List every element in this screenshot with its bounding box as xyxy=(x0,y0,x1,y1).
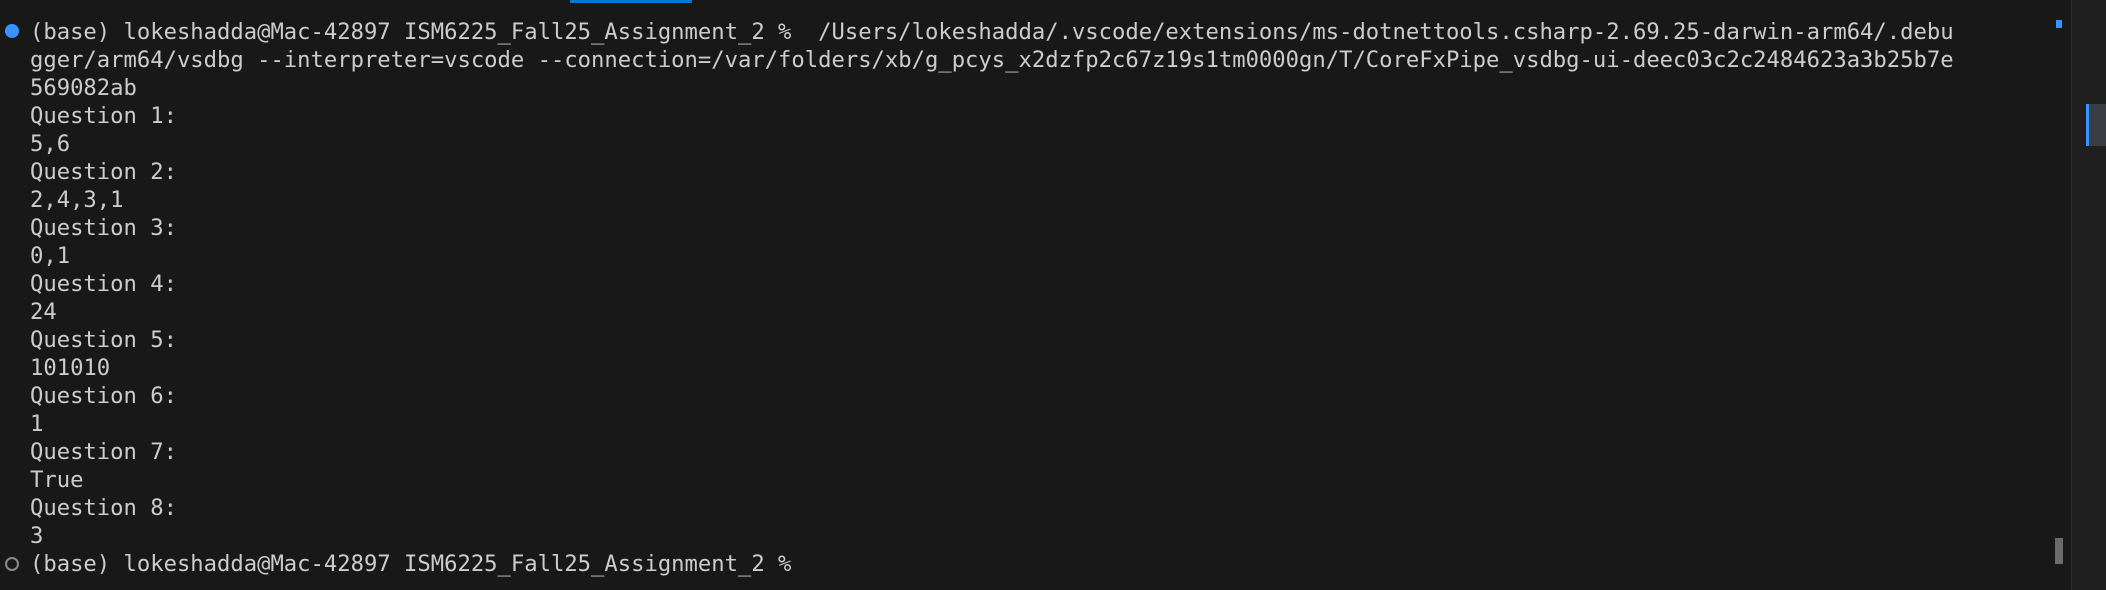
terminal-output-line: Question 3: xyxy=(30,215,177,241)
terminal-panel[interactable]: (base) lokeshadda@Mac-42897 ISM6225_Fall… xyxy=(0,0,2106,590)
terminal-output-line: Question 5: xyxy=(30,327,177,353)
terminal-output-line: 101010 xyxy=(30,355,111,381)
terminal-tab-active[interactable] xyxy=(2086,104,2106,146)
terminal-output-line: 2,4,3,1 xyxy=(30,187,124,213)
terminal-output[interactable]: (base) lokeshadda@Mac-42897 ISM6225_Fall… xyxy=(30,18,2050,578)
terminal-output-line: 3 xyxy=(30,523,44,549)
terminal-tabs-rail xyxy=(2072,0,2106,590)
terminal-output-line: Question 6: xyxy=(30,383,177,409)
terminal-output-line: Question 8: xyxy=(30,495,177,521)
terminal-output-line: Question 2: xyxy=(30,159,177,185)
terminal-prompt-line[interactable]: (base) lokeshadda@Mac-42897 ISM6225_Fall… xyxy=(30,550,2050,578)
terminal-output-line: 0,1 xyxy=(30,243,71,269)
terminal-output-line: Question 1: xyxy=(30,103,177,129)
terminal-output-line: 5,6 xyxy=(30,131,71,157)
terminal-output-line: True xyxy=(30,467,84,493)
terminal-output-line: 1 xyxy=(30,411,44,437)
scrollbar-decoration-marker xyxy=(2056,20,2062,28)
terminal-output-line: gger/arm64/vsdbg --interpreter=vscode --… xyxy=(30,47,1954,73)
command-success-decoration-icon[interactable] xyxy=(5,24,19,38)
active-tab-indicator xyxy=(570,0,692,3)
scrollbar-thumb[interactable] xyxy=(2055,538,2063,564)
command-idle-decoration-icon[interactable] xyxy=(5,557,19,571)
terminal-output-line: 569082ab xyxy=(30,75,137,101)
terminal-output-line: Question 7: xyxy=(30,439,177,465)
terminal-output-line: Question 4: xyxy=(30,271,177,297)
terminal-command-line: (base) lokeshadda@Mac-42897 ISM6225_Fall… xyxy=(30,19,1954,45)
terminal-output-line: 24 xyxy=(30,299,57,325)
terminal-scrollbar[interactable] xyxy=(2053,18,2065,578)
